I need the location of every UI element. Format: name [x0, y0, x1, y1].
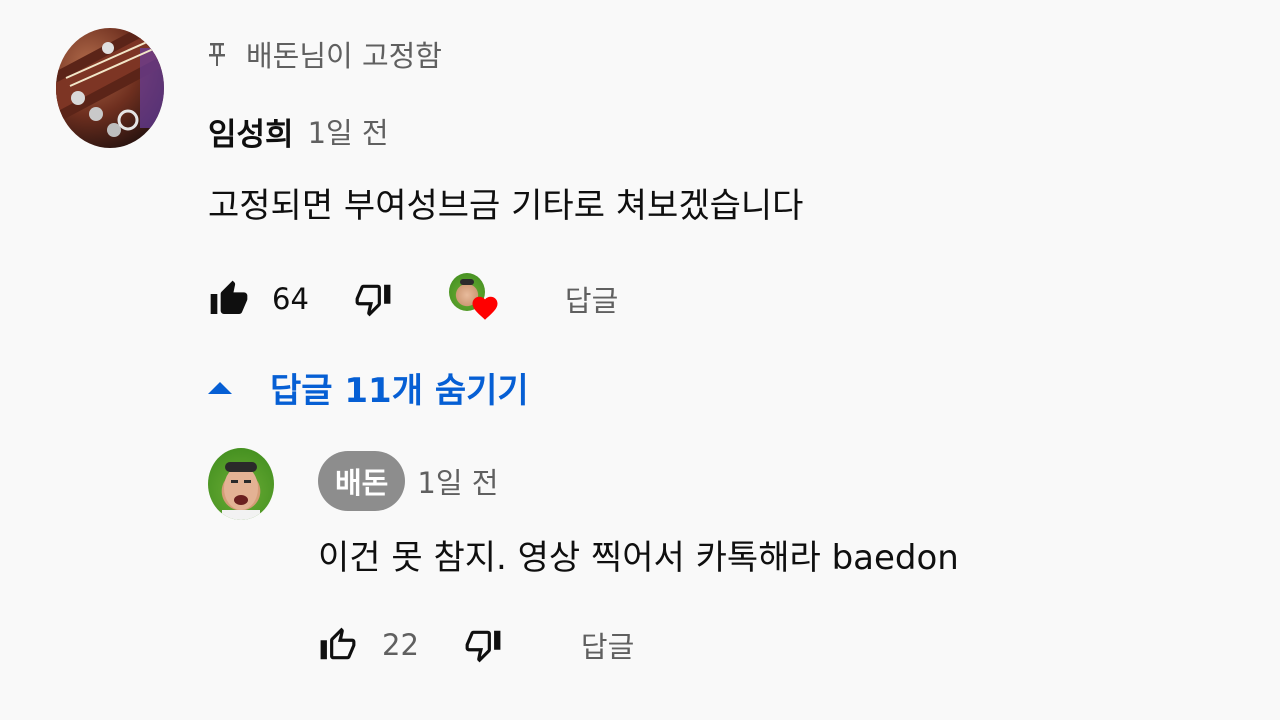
comment-like-count: 64: [272, 282, 309, 316]
thumb-down-icon[interactable]: [353, 280, 393, 318]
hide-replies-toggle[interactable]: 답글 11개 숨기기: [206, 362, 529, 412]
owner-name-badge[interactable]: 배돈: [318, 451, 406, 511]
reply-text: 이건 못 참지. 영상 찍어서 카톡해라 baedon: [318, 538, 959, 578]
thumb-up-filled-icon[interactable]: [208, 279, 250, 319]
comment-author[interactable]: 임성희: [208, 109, 294, 154]
comment-actions: 64 답글: [208, 271, 618, 327]
comments-section: 배돈님이 고정함 임성희 1일 전 고정되면 부여성브금 기타로 쳐보겠습니다 …: [0, 0, 1280, 720]
hide-replies-label: 답글 11개 숨기기: [270, 370, 529, 411]
pinned-indicator: 배돈님이 고정함: [208, 32, 442, 76]
reply-reply-button[interactable]: 답글: [581, 624, 634, 666]
pin-icon: [209, 43, 225, 66]
reply-avatar[interactable]: [208, 448, 274, 520]
creator-face-image: [222, 462, 260, 520]
guitar-headstock-image: [56, 28, 164, 137]
reply-timestamp[interactable]: 1일 전: [417, 460, 498, 502]
commenter-avatar[interactable]: [56, 28, 164, 148]
comment-reply-button[interactable]: 답글: [565, 278, 618, 320]
reply-like-count: 22: [382, 628, 419, 662]
reply-header: 배돈 1일 전: [318, 450, 498, 512]
thumb-up-outline-icon[interactable]: [318, 626, 358, 664]
creator-heart: [448, 271, 503, 327]
reply-actions: 22 답글: [318, 620, 634, 670]
comment-header: 임성희 1일 전: [208, 108, 389, 154]
comment-timestamp[interactable]: 1일 전: [308, 110, 389, 152]
reply-thumb-down-icon[interactable]: [463, 626, 503, 664]
creator-heart-icon: [472, 296, 498, 320]
pinned-label: 배돈님이 고정함: [246, 39, 442, 73]
chevron-up-icon: [208, 382, 232, 394]
comment-text: 고정되면 부여성브금 기타로 쳐보겠습니다: [208, 186, 804, 226]
